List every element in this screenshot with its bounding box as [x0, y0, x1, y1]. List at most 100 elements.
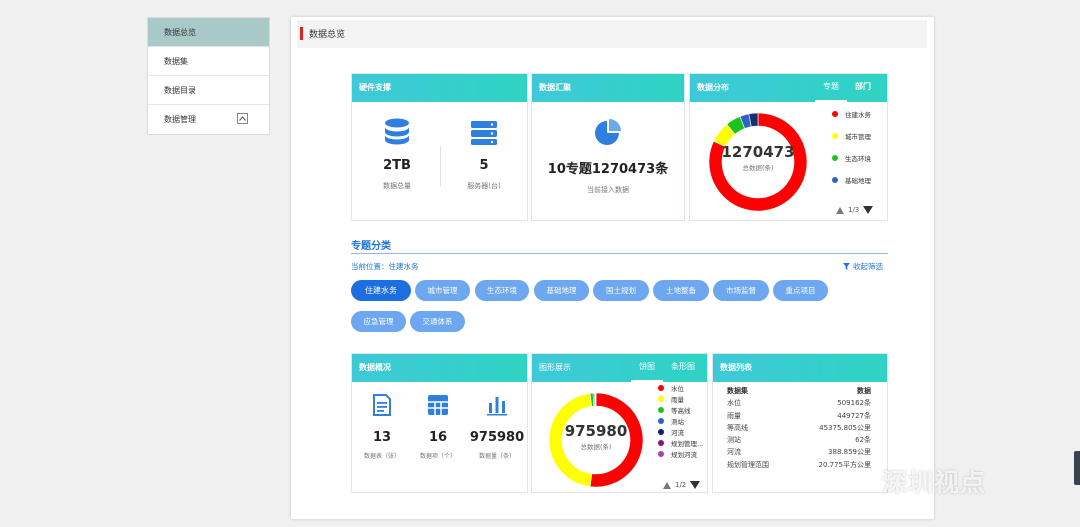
- sidebar-item-catalog[interactable]: 数据目录: [148, 76, 269, 105]
- graph-total-label: 总数据(条): [580, 443, 612, 451]
- distribution-card-header: 数据分布 专题 部门: [690, 74, 887, 102]
- document-icon: [373, 394, 391, 416]
- table-row: 雨量 449727条: [727, 410, 871, 422]
- table-cell-data: 62条: [855, 436, 871, 445]
- legend-label: 基础地理: [845, 177, 871, 185]
- legend-swatch: [832, 133, 838, 139]
- legend-label: 水位: [671, 384, 684, 393]
- category-chip[interactable]: 基础地理: [534, 280, 589, 301]
- table-cell-data: 20.775平方公里: [818, 460, 872, 469]
- tab-pie-chart[interactable]: 饼图: [631, 354, 663, 382]
- section-divider: [351, 253, 888, 254]
- legend-item[interactable]: 雨量: [658, 393, 703, 404]
- tab-topic[interactable]: 专题: [815, 74, 847, 102]
- category-chip[interactable]: 交通体系: [410, 311, 465, 332]
- summary-stat: 10专题1270473条 当前接入数据: [532, 118, 684, 195]
- legend-item[interactable]: 规划河流: [658, 448, 703, 459]
- table-header-data: 数据: [857, 387, 871, 395]
- distribution-tabs: 专题 部门: [815, 74, 879, 102]
- legend-label: 测站: [671, 417, 684, 426]
- sidebar-item-label: 数据总览: [164, 28, 196, 37]
- legend-item[interactable]: 测站: [658, 415, 703, 426]
- table-cell-dataset: 雨量: [727, 411, 741, 420]
- category-chip[interactable]: 城市管理: [415, 280, 470, 301]
- page-title: 数据总览: [309, 30, 346, 40]
- legend-swatch: [658, 417, 664, 424]
- graph-total: 975980: [564, 422, 628, 440]
- table-cell-dataset: 测站: [727, 436, 741, 445]
- graph-card-title: 图形展示: [539, 363, 571, 372]
- watermark-text: 深圳视点: [882, 468, 987, 497]
- legend-swatch: [658, 406, 664, 413]
- table-row: 测站 62条: [727, 434, 871, 446]
- next-page-icon[interactable]: [863, 206, 874, 214]
- storage-label: 数据总量: [383, 182, 411, 190]
- next-page-icon[interactable]: [690, 481, 701, 489]
- bar-chart-icon: [487, 397, 507, 416]
- server-icon: [471, 121, 497, 145]
- sidebar-item-label: 数据集: [164, 57, 188, 66]
- category-chip[interactable]: 生态环境: [475, 280, 529, 301]
- stat-divider: [440, 146, 441, 186]
- category-chip[interactable]: 重点项目: [773, 280, 828, 301]
- prev-page-icon[interactable]: [836, 206, 844, 214]
- summary-value: 10专题1270473条: [547, 162, 669, 177]
- summary-label: 当前接入数据: [587, 186, 629, 194]
- table-row: 规划管理范围 20.775平方公里: [727, 459, 871, 471]
- overview-stat-tables: 13 数据表（张）: [356, 394, 408, 460]
- tab-bar-chart[interactable]: 条形图: [663, 354, 703, 382]
- legend-swatch: [658, 428, 664, 435]
- legend-item[interactable]: 等高线: [658, 404, 703, 415]
- overview-stat-records: 975980 数据量（条）: [468, 394, 526, 460]
- filter-icon: [843, 263, 850, 270]
- sidebar-item-dataset[interactable]: 数据集: [148, 47, 269, 76]
- category-chip[interactable]: 市场监督: [713, 280, 769, 301]
- overview-card-title: 数据概况: [352, 354, 527, 382]
- sidebar-item-management[interactable]: 数据管理: [148, 105, 269, 134]
- legend-item[interactable]: 城市管理: [832, 125, 871, 147]
- side-drawer-handle[interactable]: [1074, 451, 1080, 485]
- category-chip[interactable]: 国土规划: [593, 280, 649, 301]
- graph-tabs: 饼图 条形图: [631, 354, 703, 382]
- legend-item[interactable]: 规划管理...: [658, 437, 703, 448]
- category-chip[interactable]: 土地整备: [653, 280, 709, 301]
- overview-stat-items: 16 数据项（个）: [412, 394, 464, 460]
- sidebar-item-label: 数据目录: [164, 86, 196, 95]
- prev-page-icon[interactable]: [663, 481, 671, 489]
- legend-item[interactable]: 生态环境: [832, 147, 871, 169]
- legend-item[interactable]: 水位: [658, 382, 703, 393]
- collapse-filter-link[interactable]: 收起筛选: [843, 261, 883, 272]
- overview-items-label: 数据项（个）: [419, 453, 456, 460]
- category-chip[interactable]: 应急管理: [351, 311, 406, 332]
- pie-chart-icon: [595, 119, 621, 145]
- chevron-up-icon[interactable]: [237, 113, 248, 124]
- legend-swatch: [658, 395, 664, 402]
- tab-department[interactable]: 部门: [847, 74, 879, 102]
- table-row: 河流 388.859公里: [727, 446, 871, 458]
- summary-card-title: 数据汇聚: [532, 74, 684, 102]
- legend-label: 河流: [671, 428, 684, 437]
- graph-page-number: 1/2: [675, 481, 687, 489]
- legend-label: 住建水务: [845, 111, 871, 119]
- sidebar-item-label: 数据管理: [164, 115, 196, 124]
- hardware-card-title: 硬件支撑: [352, 74, 527, 102]
- storage-value: 2TB: [383, 158, 411, 173]
- overview-records-label: 数据量（条）: [478, 453, 515, 460]
- breadcrumb: 当前位置：住建水务: [351, 262, 419, 271]
- overview-tables-label: 数据表（张）: [363, 453, 400, 460]
- legend-item[interactable]: 住建水务: [832, 103, 871, 125]
- distribution-card-title: 数据分布: [697, 83, 729, 92]
- category-chip[interactable]: 住建水务: [351, 280, 411, 301]
- legend-item[interactable]: 基础地理: [832, 169, 871, 191]
- legend-item[interactable]: 河流: [658, 426, 703, 437]
- graph-pager: 1/2: [663, 481, 701, 489]
- legend-swatch: [832, 177, 838, 183]
- table-cell-data: 509162条: [837, 399, 871, 408]
- legend-swatch: [658, 439, 664, 446]
- distribution-page-number: 1/3: [848, 206, 860, 214]
- legend-swatch: [658, 384, 664, 391]
- overview-records-value: 975980: [469, 430, 525, 445]
- table-cell-dataset: 规划管理范围: [727, 460, 769, 469]
- table-cell-data: 45375.805公里: [819, 423, 871, 432]
- sidebar-item-overview[interactable]: 数据总览: [148, 18, 269, 47]
